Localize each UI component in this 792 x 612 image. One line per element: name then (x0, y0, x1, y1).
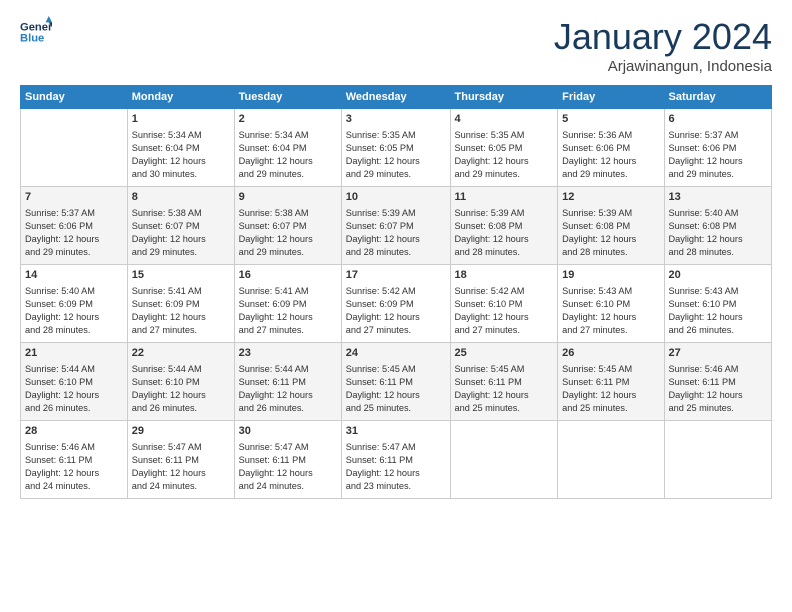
day-number: 11 (455, 190, 554, 205)
column-header-sunday: Sunday (21, 86, 128, 109)
day-number: 2 (239, 112, 337, 127)
day-number: 15 (132, 268, 230, 283)
calendar-cell: 11Sunrise: 5:39 AMSunset: 6:08 PMDayligh… (450, 187, 558, 265)
calendar-cell: 4Sunrise: 5:35 AMSunset: 6:05 PMDaylight… (450, 109, 558, 187)
week-row-2: 7Sunrise: 5:37 AMSunset: 6:06 PMDaylight… (21, 187, 772, 265)
calendar-cell: 13Sunrise: 5:40 AMSunset: 6:08 PMDayligh… (664, 187, 772, 265)
calendar-cell: 12Sunrise: 5:39 AMSunset: 6:08 PMDayligh… (558, 187, 664, 265)
title-block: January 2024 Arjawinangun, Indonesia (554, 16, 772, 75)
calendar-cell: 20Sunrise: 5:43 AMSunset: 6:10 PMDayligh… (664, 265, 772, 343)
day-number: 27 (669, 346, 768, 361)
calendar-cell: 24Sunrise: 5:45 AMSunset: 6:11 PMDayligh… (341, 343, 450, 421)
day-number: 3 (346, 112, 446, 127)
column-header-monday: Monday (127, 86, 234, 109)
day-number: 16 (239, 268, 337, 283)
month-title: January 2024 (554, 16, 772, 58)
calendar-cell: 8Sunrise: 5:38 AMSunset: 6:07 PMDaylight… (127, 187, 234, 265)
calendar-cell: 5Sunrise: 5:36 AMSunset: 6:06 PMDaylight… (558, 109, 664, 187)
day-number: 10 (346, 190, 446, 205)
calendar-cell: 1Sunrise: 5:34 AMSunset: 6:04 PMDaylight… (127, 109, 234, 187)
calendar-cell: 17Sunrise: 5:42 AMSunset: 6:09 PMDayligh… (341, 265, 450, 343)
day-number: 6 (669, 112, 768, 127)
svg-text:Blue: Blue (20, 33, 44, 45)
calendar-cell: 18Sunrise: 5:42 AMSunset: 6:10 PMDayligh… (450, 265, 558, 343)
calendar-cell: 2Sunrise: 5:34 AMSunset: 6:04 PMDaylight… (234, 109, 341, 187)
week-row-4: 21Sunrise: 5:44 AMSunset: 6:10 PMDayligh… (21, 343, 772, 421)
calendar-cell: 23Sunrise: 5:44 AMSunset: 6:11 PMDayligh… (234, 343, 341, 421)
column-header-wednesday: Wednesday (341, 86, 450, 109)
day-number: 18 (455, 268, 554, 283)
day-number: 30 (239, 424, 337, 439)
calendar-cell: 30Sunrise: 5:47 AMSunset: 6:11 PMDayligh… (234, 421, 341, 499)
calendar-cell: 9Sunrise: 5:38 AMSunset: 6:07 PMDaylight… (234, 187, 341, 265)
calendar-cell: 19Sunrise: 5:43 AMSunset: 6:10 PMDayligh… (558, 265, 664, 343)
logo: General Blue (20, 16, 52, 48)
calendar-cell: 7Sunrise: 5:37 AMSunset: 6:06 PMDaylight… (21, 187, 128, 265)
day-number: 8 (132, 190, 230, 205)
calendar-cell: 31Sunrise: 5:47 AMSunset: 6:11 PMDayligh… (341, 421, 450, 499)
calendar-cell: 10Sunrise: 5:39 AMSunset: 6:07 PMDayligh… (341, 187, 450, 265)
calendar-cell: 14Sunrise: 5:40 AMSunset: 6:09 PMDayligh… (21, 265, 128, 343)
calendar-cell: 28Sunrise: 5:46 AMSunset: 6:11 PMDayligh… (21, 421, 128, 499)
day-number: 14 (25, 268, 123, 283)
day-number: 19 (562, 268, 659, 283)
column-header-friday: Friday (558, 86, 664, 109)
day-number: 24 (346, 346, 446, 361)
day-number: 28 (25, 424, 123, 439)
day-number: 29 (132, 424, 230, 439)
header-row: SundayMondayTuesdayWednesdayThursdayFrid… (21, 86, 772, 109)
calendar-cell (21, 109, 128, 187)
week-row-5: 28Sunrise: 5:46 AMSunset: 6:11 PMDayligh… (21, 421, 772, 499)
calendar-table: SundayMondayTuesdayWednesdayThursdayFrid… (20, 85, 772, 499)
calendar-cell: 26Sunrise: 5:45 AMSunset: 6:11 PMDayligh… (558, 343, 664, 421)
calendar-cell (558, 421, 664, 499)
day-number: 25 (455, 346, 554, 361)
day-number: 1 (132, 112, 230, 127)
day-number: 9 (239, 190, 337, 205)
calendar-cell (450, 421, 558, 499)
day-number: 22 (132, 346, 230, 361)
day-number: 26 (562, 346, 659, 361)
week-row-1: 1Sunrise: 5:34 AMSunset: 6:04 PMDaylight… (21, 109, 772, 187)
svg-text:General: General (20, 21, 52, 33)
calendar-cell: 3Sunrise: 5:35 AMSunset: 6:05 PMDaylight… (341, 109, 450, 187)
column-header-saturday: Saturday (664, 86, 772, 109)
header: General Blue January 2024 Arjawinangun, … (20, 16, 772, 75)
day-number: 21 (25, 346, 123, 361)
page: General Blue January 2024 Arjawinangun, … (0, 0, 792, 612)
day-number: 12 (562, 190, 659, 205)
day-number: 7 (25, 190, 123, 205)
calendar-cell: 29Sunrise: 5:47 AMSunset: 6:11 PMDayligh… (127, 421, 234, 499)
logo-icon: General Blue (20, 16, 52, 48)
day-number: 4 (455, 112, 554, 127)
day-number: 20 (669, 268, 768, 283)
calendar-cell: 25Sunrise: 5:45 AMSunset: 6:11 PMDayligh… (450, 343, 558, 421)
column-header-tuesday: Tuesday (234, 86, 341, 109)
day-number: 31 (346, 424, 446, 439)
day-number: 23 (239, 346, 337, 361)
calendar-cell: 22Sunrise: 5:44 AMSunset: 6:10 PMDayligh… (127, 343, 234, 421)
calendar-cell: 15Sunrise: 5:41 AMSunset: 6:09 PMDayligh… (127, 265, 234, 343)
calendar-cell: 21Sunrise: 5:44 AMSunset: 6:10 PMDayligh… (21, 343, 128, 421)
column-header-thursday: Thursday (450, 86, 558, 109)
location: Arjawinangun, Indonesia (554, 58, 772, 75)
day-number: 17 (346, 268, 446, 283)
day-number: 5 (562, 112, 659, 127)
calendar-cell (664, 421, 772, 499)
day-number: 13 (669, 190, 768, 205)
calendar-cell: 16Sunrise: 5:41 AMSunset: 6:09 PMDayligh… (234, 265, 341, 343)
calendar-cell: 27Sunrise: 5:46 AMSunset: 6:11 PMDayligh… (664, 343, 772, 421)
calendar-cell: 6Sunrise: 5:37 AMSunset: 6:06 PMDaylight… (664, 109, 772, 187)
week-row-3: 14Sunrise: 5:40 AMSunset: 6:09 PMDayligh… (21, 265, 772, 343)
